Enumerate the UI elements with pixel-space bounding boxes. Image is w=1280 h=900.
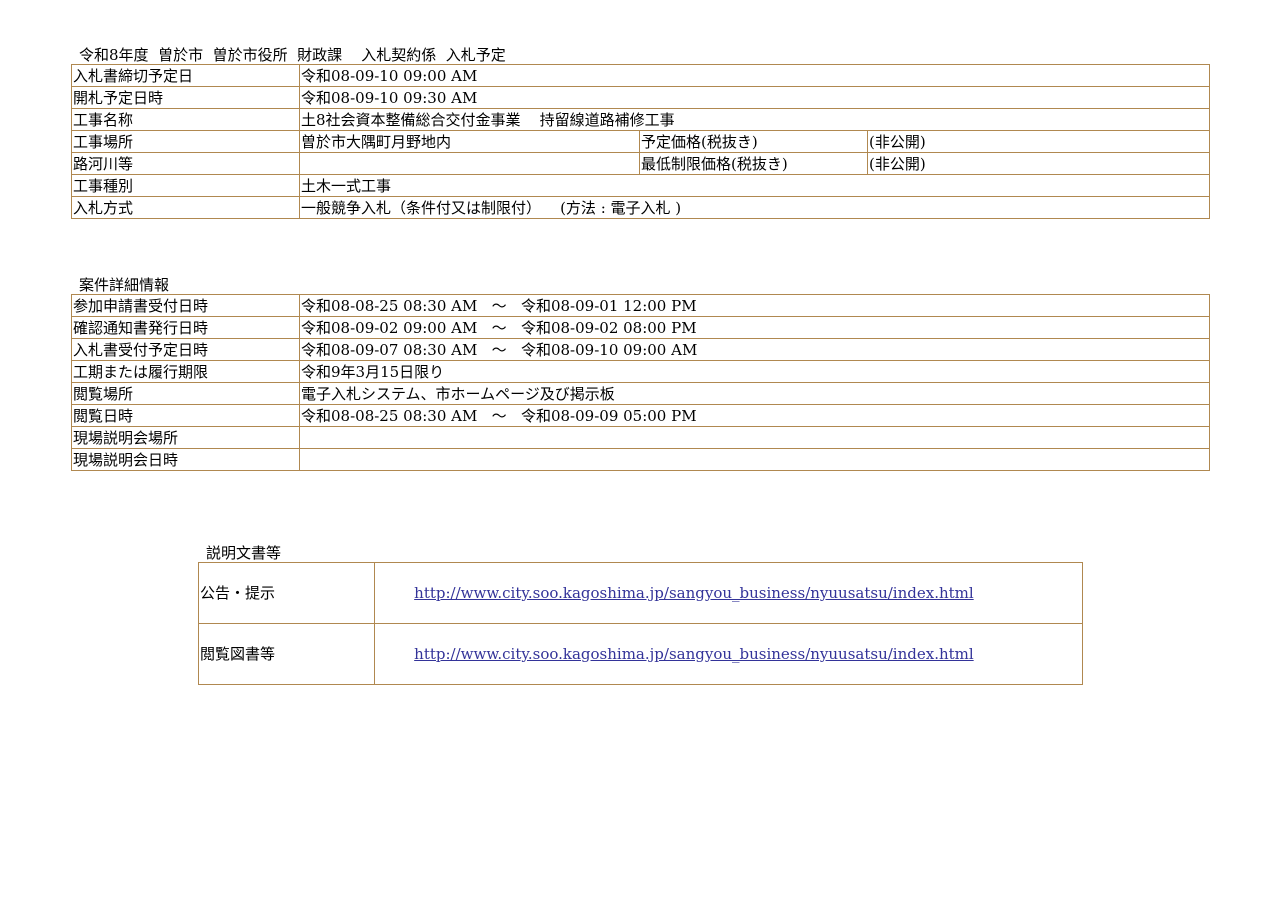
road-label: 路河川等	[71, 152, 300, 175]
notice-link[interactable]: http://www.city.soo.kagoshima.jp/sangyou…	[414, 584, 974, 602]
bid-info-table: 入札書締切予定日 令和08-09-10 09:00 AM 開札予定日時 令和08…	[71, 64, 1210, 219]
opening-value: 令和08-09-10 09:30 AM	[299, 86, 1210, 109]
estimated-price-value: (非公開)	[867, 130, 1210, 153]
view-date-value: 令和08-08-25 08:30 AM ～ 令和08-09-09 05:00 P…	[299, 404, 1210, 427]
briefing-date-label: 現場説明会日時	[71, 448, 300, 471]
location-label: 工事場所	[71, 130, 300, 153]
drawings-cell: http://www.city.soo.kagoshima.jp/sangyou…	[374, 623, 1083, 685]
table-row: 工期または履行期限 令和9年3月15日限り	[71, 360, 1210, 383]
table-row: 公告・提示 http://www.city.soo.kagoshima.jp/s…	[198, 562, 1083, 624]
table-row: 入札書締切予定日 令和08-09-10 09:00 AM	[71, 64, 1210, 87]
table-row: 現場説明会日時	[71, 448, 1210, 471]
table-row: 路河川等 最低制限価格(税抜き) (非公開)	[71, 152, 1210, 175]
details-section: 案件詳細情報 参加申請書受付日時 令和08-08-25 08:30 AM ～ 令…	[71, 274, 1210, 471]
bid-info-section: 令和8年度 曽於市 曽於市役所 財政課 入札契約係 入札予定 入札書締切予定日 …	[71, 44, 1210, 219]
minimum-price-label: 最低制限価格(税抜き)	[639, 152, 868, 175]
documents-table: 公告・提示 http://www.city.soo.kagoshima.jp/s…	[198, 562, 1083, 685]
bid-method-value: 一般競争入札（条件付又は制限付） (方法 : 電子入札 )	[299, 196, 1210, 219]
confirmation-value: 令和08-09-02 09:00 AM ～ 令和08-09-02 08:00 P…	[299, 316, 1210, 339]
table-row: 閲覧日時 令和08-08-25 08:30 AM ～ 令和08-09-09 05…	[71, 404, 1210, 427]
documents-section: 説明文書等 公告・提示 http://www.city.soo.kagoshim…	[198, 542, 1083, 685]
details-caption: 案件詳細情報	[79, 276, 170, 294]
table-row: 現場説明会場所	[71, 426, 1210, 449]
drawings-label: 閲覧図書等	[198, 623, 375, 685]
table-row: 工事種別 土木一式工事	[71, 174, 1210, 197]
deadline-value: 令和08-09-10 09:00 AM	[299, 64, 1210, 87]
submission-label: 入札書受付予定日時	[71, 338, 300, 361]
table-row: 確認通知書発行日時 令和08-09-02 09:00 AM ～ 令和08-09-…	[71, 316, 1210, 339]
table-row: 参加申請書受付日時 令和08-08-25 08:30 AM ～ 令和08-09-…	[71, 294, 1210, 317]
table-row: 開札予定日時 令和08-09-10 09:30 AM	[71, 86, 1210, 109]
details-table: 参加申請書受付日時 令和08-08-25 08:30 AM ～ 令和08-09-…	[71, 294, 1210, 471]
table-row: 入札方式 一般競争入札（条件付又は制限付） (方法 : 電子入札 )	[71, 196, 1210, 219]
work-type-label: 工事種別	[71, 174, 300, 197]
bid-info-caption: 令和8年度 曽於市 曽於市役所 財政課 入札契約係 入札予定	[79, 46, 506, 64]
table-row: 工事名称 土8社会資本整備総合交付金事業 持留線道路補修工事	[71, 108, 1210, 131]
deadline-label: 入札書締切予定日	[71, 64, 300, 87]
table-row: 閲覧場所 電子入札システム、市ホームページ及び掲示板	[71, 382, 1210, 405]
view-place-value: 電子入札システム、市ホームページ及び掲示板	[299, 382, 1210, 405]
notice-cell: http://www.city.soo.kagoshima.jp/sangyou…	[374, 562, 1083, 624]
view-date-label: 閲覧日時	[71, 404, 300, 427]
location-value: 曽於市大隅町月野地内	[299, 130, 640, 153]
work-type-value: 土木一式工事	[299, 174, 1210, 197]
minimum-price-value: (非公開)	[867, 152, 1210, 175]
briefing-place-value	[299, 426, 1210, 449]
table-row: 入札書受付予定日時 令和08-09-07 08:30 AM ～ 令和08-09-…	[71, 338, 1210, 361]
notice-label: 公告・提示	[198, 562, 375, 624]
submission-value: 令和08-09-07 08:30 AM ～ 令和08-09-10 09:00 A…	[299, 338, 1210, 361]
application-label: 参加申請書受付日時	[71, 294, 300, 317]
period-value: 令和9年3月15日限り	[299, 360, 1210, 383]
confirmation-label: 確認通知書発行日時	[71, 316, 300, 339]
opening-label: 開札予定日時	[71, 86, 300, 109]
road-value	[299, 152, 640, 175]
documents-caption: 説明文書等	[206, 544, 282, 562]
view-place-label: 閲覧場所	[71, 382, 300, 405]
estimated-price-label: 予定価格(税抜き)	[639, 130, 868, 153]
project-name-label: 工事名称	[71, 108, 300, 131]
table-row: 工事場所 曽於市大隅町月野地内 予定価格(税抜き) (非公開)	[71, 130, 1210, 153]
project-name-value: 土8社会資本整備総合交付金事業 持留線道路補修工事	[299, 108, 1210, 131]
table-row: 閲覧図書等 http://www.city.soo.kagoshima.jp/s…	[198, 623, 1083, 685]
briefing-date-value	[299, 448, 1210, 471]
drawings-link[interactable]: http://www.city.soo.kagoshima.jp/sangyou…	[414, 645, 974, 663]
briefing-place-label: 現場説明会場所	[71, 426, 300, 449]
application-value: 令和08-08-25 08:30 AM ～ 令和08-09-01 12:00 P…	[299, 294, 1210, 317]
bid-method-label: 入札方式	[71, 196, 300, 219]
period-label: 工期または履行期限	[71, 360, 300, 383]
